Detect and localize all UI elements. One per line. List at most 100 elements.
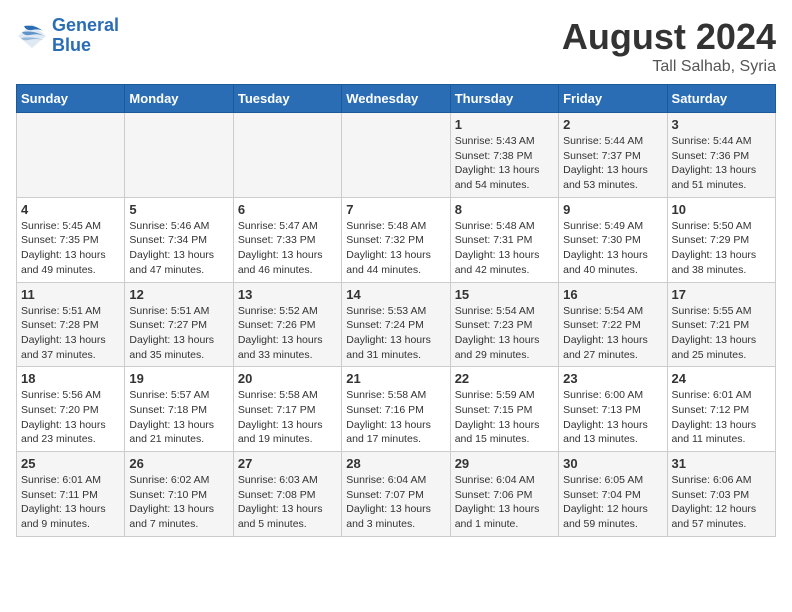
calendar-cell (342, 113, 450, 198)
calendar-cell: 2 Sunrise: 5:44 AMSunset: 7:37 PMDaylight… (559, 113, 667, 198)
day-info: Sunrise: 6:01 AMSunset: 7:12 PMDaylight:… (672, 388, 771, 447)
calendar-cell (233, 113, 341, 198)
calendar-cell: 7 Sunrise: 5:48 AMSunset: 7:32 PMDaylight… (342, 197, 450, 282)
day-number: 23 (563, 371, 662, 386)
calendar: SundayMondayTuesdayWednesdayThursdayFrid… (16, 84, 776, 537)
day-number: 7 (346, 202, 445, 217)
calendar-cell: 31 Sunrise: 6:06 AMSunset: 7:03 PMDayligh… (667, 452, 775, 537)
day-info: Sunrise: 5:51 AMSunset: 7:28 PMDaylight:… (21, 304, 120, 363)
day-info: Sunrise: 5:46 AMSunset: 7:34 PMDaylight:… (129, 219, 228, 278)
day-info: Sunrise: 5:52 AMSunset: 7:26 PMDaylight:… (238, 304, 337, 363)
page-header: General Blue August 2024 Tall Salhab, Sy… (16, 16, 776, 76)
weekday-header-monday: Monday (125, 85, 233, 113)
calendar-cell: 10 Sunrise: 5:50 AMSunset: 7:29 PMDayligh… (667, 197, 775, 282)
week-row-4: 18 Sunrise: 5:56 AMSunset: 7:20 PMDayligh… (17, 367, 776, 452)
day-number: 10 (672, 202, 771, 217)
day-info: Sunrise: 5:51 AMSunset: 7:27 PMDaylight:… (129, 304, 228, 363)
calendar-cell: 29Sunrise: 6:04 AMSunset: 7:06 PMDayligh… (450, 452, 558, 537)
day-number: 30 (563, 456, 662, 471)
calendar-cell: 15 Sunrise: 5:54 AMSunset: 7:23 PMDayligh… (450, 282, 558, 367)
day-info: Sunrise: 6:04 AMSunset: 7:07 PMDaylight:… (346, 473, 445, 532)
calendar-cell: 23Sunrise: 6:00 AMSunset: 7:13 PMDayligh… (559, 367, 667, 452)
day-number: 31 (672, 456, 771, 471)
day-number: 21 (346, 371, 445, 386)
week-row-1: 1Sunrise: 5:43 AMSunset: 7:38 PMDaylight… (17, 113, 776, 198)
day-number: 5 (129, 202, 228, 217)
day-number: 15 (455, 287, 554, 302)
calendar-cell: 9Sunrise: 5:49 AMSunset: 7:30 PMDaylight… (559, 197, 667, 282)
title-block: August 2024 Tall Salhab, Syria (562, 16, 776, 76)
calendar-cell: 14 Sunrise: 5:53 AMSunset: 7:24 PMDayligh… (342, 282, 450, 367)
calendar-cell: 1Sunrise: 5:43 AMSunset: 7:38 PMDaylight… (450, 113, 558, 198)
day-number: 28 (346, 456, 445, 471)
day-info: Sunrise: 5:48 AMSunset: 7:31 PMDaylight:… (455, 219, 554, 278)
day-info: Sunrise: 6:05 AMSunset: 7:04 PMDaylight:… (563, 473, 662, 532)
calendar-cell: 12 Sunrise: 5:51 AMSunset: 7:27 PMDayligh… (125, 282, 233, 367)
day-number: 6 (238, 202, 337, 217)
weekday-header-wednesday: Wednesday (342, 85, 450, 113)
day-info: Sunrise: 5:49 AMSunset: 7:30 PMDaylight:… (563, 219, 662, 278)
weekday-header-thursday: Thursday (450, 85, 558, 113)
day-info: Sunrise: 5:45 AMSunset: 7:35 PMDaylight:… (21, 219, 120, 278)
calendar-cell: 5 Sunrise: 5:46 AMSunset: 7:34 PMDaylight… (125, 197, 233, 282)
calendar-cell: 24 Sunrise: 6:01 AMSunset: 7:12 PMDayligh… (667, 367, 775, 452)
day-info: Sunrise: 6:06 AMSunset: 7:03 PMDaylight:… (672, 473, 771, 532)
day-info: Sunrise: 5:48 AMSunset: 7:32 PMDaylight:… (346, 219, 445, 278)
day-number: 16 (563, 287, 662, 302)
day-info: Sunrise: 5:50 AMSunset: 7:29 PMDaylight:… (672, 219, 771, 278)
day-info: Sunrise: 5:53 AMSunset: 7:24 PMDaylight:… (346, 304, 445, 363)
day-info: Sunrise: 5:47 AMSunset: 7:33 PMDaylight:… (238, 219, 337, 278)
day-number: 25 (21, 456, 120, 471)
day-info: Sunrise: 5:58 AMSunset: 7:16 PMDaylight:… (346, 388, 445, 447)
calendar-cell: 21 Sunrise: 5:58 AMSunset: 7:16 PMDayligh… (342, 367, 450, 452)
day-number: 27 (238, 456, 337, 471)
day-info: Sunrise: 6:03 AMSunset: 7:08 PMDaylight:… (238, 473, 337, 532)
month-title: August 2024 (562, 16, 776, 58)
day-info: Sunrise: 5:54 AMSunset: 7:22 PMDaylight:… (563, 304, 662, 363)
calendar-cell: 27 Sunrise: 6:03 AMSunset: 7:08 PMDayligh… (233, 452, 341, 537)
calendar-cell: 28 Sunrise: 6:04 AMSunset: 7:07 PMDayligh… (342, 452, 450, 537)
day-info: Sunrise: 5:55 AMSunset: 7:21 PMDaylight:… (672, 304, 771, 363)
calendar-header: SundayMondayTuesdayWednesdayThursdayFrid… (17, 85, 776, 113)
day-number: 24 (672, 371, 771, 386)
day-info: Sunrise: 5:44 AMSunset: 7:37 PMDaylight:… (563, 134, 662, 193)
day-info: Sunrise: 5:56 AMSunset: 7:20 PMDaylight:… (21, 388, 120, 447)
day-number: 26 (129, 456, 228, 471)
calendar-cell: 22 Sunrise: 5:59 AMSunset: 7:15 PMDayligh… (450, 367, 558, 452)
calendar-cell (17, 113, 125, 198)
day-info: Sunrise: 5:54 AMSunset: 7:23 PMDaylight:… (455, 304, 554, 363)
day-info: Sunrise: 5:58 AMSunset: 7:17 PMDaylight:… (238, 388, 337, 447)
logo: General Blue (16, 16, 119, 56)
logo-icon (16, 22, 48, 50)
calendar-cell: 20 Sunrise: 5:58 AMSunset: 7:17 PMDayligh… (233, 367, 341, 452)
day-number: 20 (238, 371, 337, 386)
calendar-cell: 25 Sunrise: 6:01 AMSunset: 7:11 PMDayligh… (17, 452, 125, 537)
location: Tall Salhab, Syria (562, 58, 776, 76)
day-info: Sunrise: 5:57 AMSunset: 7:18 PMDaylight:… (129, 388, 228, 447)
calendar-cell: 18 Sunrise: 5:56 AMSunset: 7:20 PMDayligh… (17, 367, 125, 452)
day-number: 3 (672, 117, 771, 132)
logo-text: General Blue (52, 16, 119, 56)
day-number: 2 (563, 117, 662, 132)
calendar-cell: 13 Sunrise: 5:52 AMSunset: 7:26 PMDayligh… (233, 282, 341, 367)
day-info: Sunrise: 6:01 AMSunset: 7:11 PMDaylight:… (21, 473, 120, 532)
day-number: 18 (21, 371, 120, 386)
week-row-5: 25 Sunrise: 6:01 AMSunset: 7:11 PMDayligh… (17, 452, 776, 537)
day-number: 22 (455, 371, 554, 386)
day-info: Sunrise: 5:59 AMSunset: 7:15 PMDaylight:… (455, 388, 554, 447)
calendar-cell: 16 Sunrise: 5:54 AMSunset: 7:22 PMDayligh… (559, 282, 667, 367)
weekday-header-friday: Friday (559, 85, 667, 113)
day-number: 11 (21, 287, 120, 302)
day-info: Sunrise: 5:43 AMSunset: 7:38 PMDaylight:… (455, 134, 554, 193)
calendar-cell: 3Sunrise: 5:44 AMSunset: 7:36 PMDaylight… (667, 113, 775, 198)
day-number: 13 (238, 287, 337, 302)
day-number: 29 (455, 456, 554, 471)
calendar-cell (125, 113, 233, 198)
day-number: 14 (346, 287, 445, 302)
calendar-cell: 6 Sunrise: 5:47 AMSunset: 7:33 PMDaylight… (233, 197, 341, 282)
calendar-cell: 17 Sunrise: 5:55 AMSunset: 7:21 PMDayligh… (667, 282, 775, 367)
weekday-header-tuesday: Tuesday (233, 85, 341, 113)
day-number: 12 (129, 287, 228, 302)
day-number: 17 (672, 287, 771, 302)
calendar-cell: 11 Sunrise: 5:51 AMSunset: 7:28 PMDayligh… (17, 282, 125, 367)
